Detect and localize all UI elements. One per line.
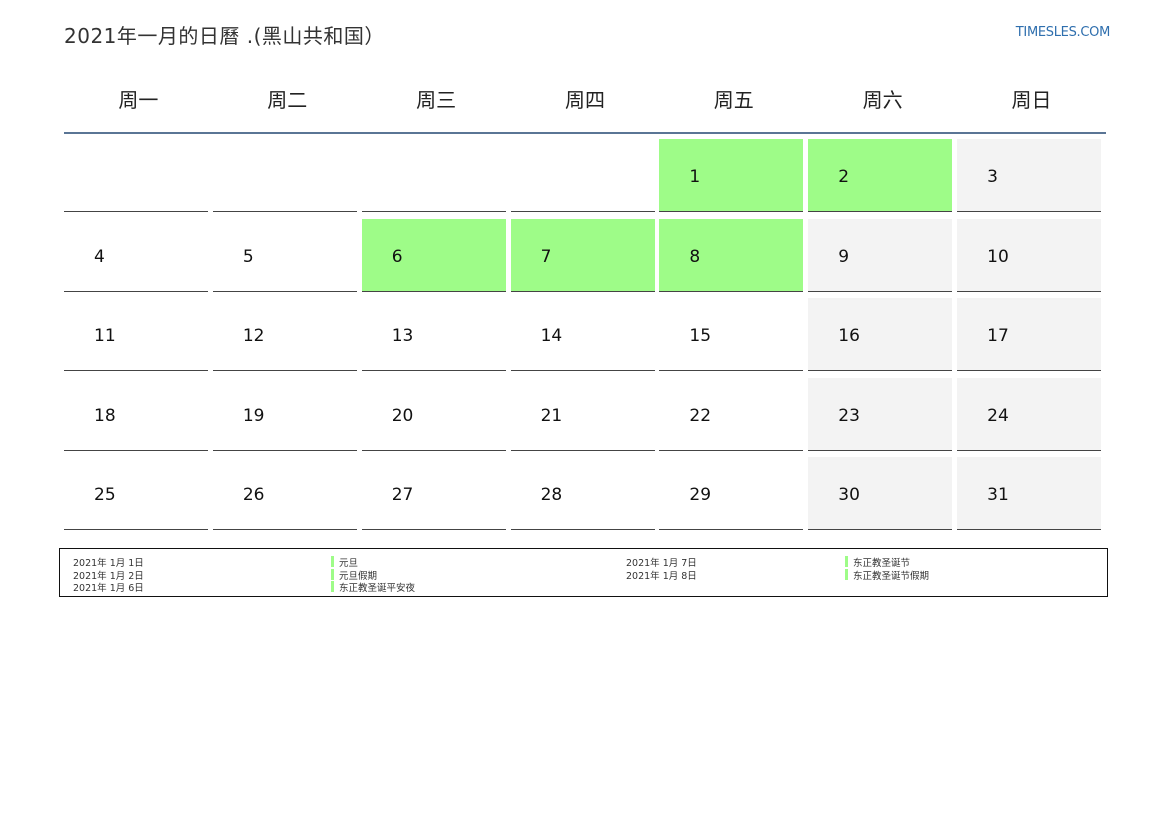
calendar-day-cell: 12 xyxy=(212,298,357,371)
calendar-empty-cell xyxy=(510,139,655,212)
weekday-label: 周五 xyxy=(713,88,754,112)
calendar-day-cell: 8 xyxy=(659,218,804,292)
calendar-day-cell: 23 xyxy=(808,377,953,451)
day-number: 23 xyxy=(838,405,860,426)
holiday-color-marker xyxy=(331,581,334,592)
day-number: 30 xyxy=(838,485,860,505)
weekday-label: 周二 xyxy=(267,88,308,112)
day-number: 6 xyxy=(391,246,403,267)
day-number: 27 xyxy=(391,485,414,505)
day-number: 16 xyxy=(838,326,860,346)
calendar-day-cell: 1 xyxy=(659,139,804,212)
calendar-day-cell: 16 xyxy=(808,298,953,371)
day-number: 28 xyxy=(540,485,563,505)
calendar-day-cell: 29 xyxy=(659,457,804,530)
day-number: 7 xyxy=(540,246,552,267)
day-number: 20 xyxy=(391,405,414,426)
calendar-empty-cell xyxy=(64,139,208,212)
calendar-day-cell: 15 xyxy=(659,298,804,371)
calendar-day-cell: 20 xyxy=(361,378,506,451)
day-number: 1 xyxy=(689,167,701,187)
day-number: 12 xyxy=(242,326,265,346)
calendar-empty-cell xyxy=(212,139,357,212)
day-number: 19 xyxy=(242,405,265,426)
holiday-name: 东正教圣诞节假期 xyxy=(853,570,930,582)
day-number: 10 xyxy=(987,246,1009,267)
weekday-label: 周一 xyxy=(118,88,159,112)
day-number: 26 xyxy=(242,485,265,505)
calendar-day-cell: 5 xyxy=(212,219,357,292)
calendar-day-cell: 30 xyxy=(808,457,953,530)
holiday-color-marker xyxy=(845,556,848,567)
page-title: 2021年一月的日曆 .(黑山共和国） xyxy=(64,24,385,48)
day-number: 4 xyxy=(94,246,105,267)
day-number: 17 xyxy=(987,326,1009,346)
weekday-label: 周四 xyxy=(564,88,605,112)
day-number: 14 xyxy=(540,326,563,346)
calendar-day-cell: 3 xyxy=(957,139,1102,212)
calendar-day-cell: 7 xyxy=(510,218,655,292)
holiday-legend: 2021年 1月 1日 元旦 2021年 1月 2日 元旦假期 2021年 1月 6日东… xyxy=(59,548,1108,597)
calendar-day-cell: 31 xyxy=(957,457,1102,530)
holiday-color-marker xyxy=(331,556,334,567)
calendar-day-cell: 10 xyxy=(957,218,1102,292)
day-number: 3 xyxy=(987,167,998,187)
day-number: 24 xyxy=(987,405,1009,426)
day-number: 15 xyxy=(689,326,712,346)
day-number: 11 xyxy=(94,326,116,346)
weekday-label: 周六 xyxy=(862,88,903,112)
weekday-label: 周三 xyxy=(416,88,457,112)
weekday-header: 周一 周二 周三 周四 周五 周六 周日 xyxy=(64,84,1106,116)
calendar-day-cell: 14 xyxy=(510,298,655,371)
day-number: 18 xyxy=(94,405,116,426)
holiday-name: 东正教圣诞平安夜 xyxy=(339,583,416,594)
weekday-label: 周日 xyxy=(1011,88,1052,112)
holiday-color-marker xyxy=(845,568,848,580)
calendar-day-cell: 6 xyxy=(361,218,506,292)
header-divider xyxy=(64,132,1106,134)
calendar-day-cell: 25 xyxy=(64,457,208,530)
calendar-day-cell: 17 xyxy=(957,298,1102,371)
calendar-day-cell: 19 xyxy=(212,378,357,451)
holiday-date: 2021年 1月 8日 xyxy=(626,570,697,582)
calendar-day-cell: 21 xyxy=(510,378,655,451)
calendar-day-cell: 11 xyxy=(64,298,208,371)
calendar-day-cell: 18 xyxy=(64,378,208,451)
day-number: 9 xyxy=(838,246,850,267)
day-number: 25 xyxy=(94,485,116,505)
calendar-day-cell: 9 xyxy=(808,218,953,292)
calendar-day-cell: 26 xyxy=(212,457,357,530)
calendar-day-cell: 24 xyxy=(957,377,1102,451)
holiday-color-marker xyxy=(331,568,334,580)
day-number: 8 xyxy=(689,246,701,267)
brand-link[interactable]: TIMESLES.COM xyxy=(1016,25,1111,40)
calendar-empty-cell xyxy=(361,139,506,212)
day-number: 31 xyxy=(987,485,1009,505)
day-number: 5 xyxy=(242,246,254,267)
calendar-day-cell: 28 xyxy=(510,457,655,530)
day-number: 22 xyxy=(689,405,712,426)
day-number: 21 xyxy=(540,405,563,426)
holiday-date: 2021年 1月 6日 xyxy=(73,583,144,594)
day-number: 13 xyxy=(391,326,414,346)
calendar-day-cell: 22 xyxy=(659,378,804,451)
calendar-day-cell: 4 xyxy=(64,219,208,292)
day-number: 29 xyxy=(689,485,712,505)
day-number: 2 xyxy=(838,167,850,187)
calendar-day-cell: 27 xyxy=(361,457,506,530)
calendar-day-cell: 2 xyxy=(808,139,953,212)
calendar-day-cell: 13 xyxy=(361,298,506,371)
